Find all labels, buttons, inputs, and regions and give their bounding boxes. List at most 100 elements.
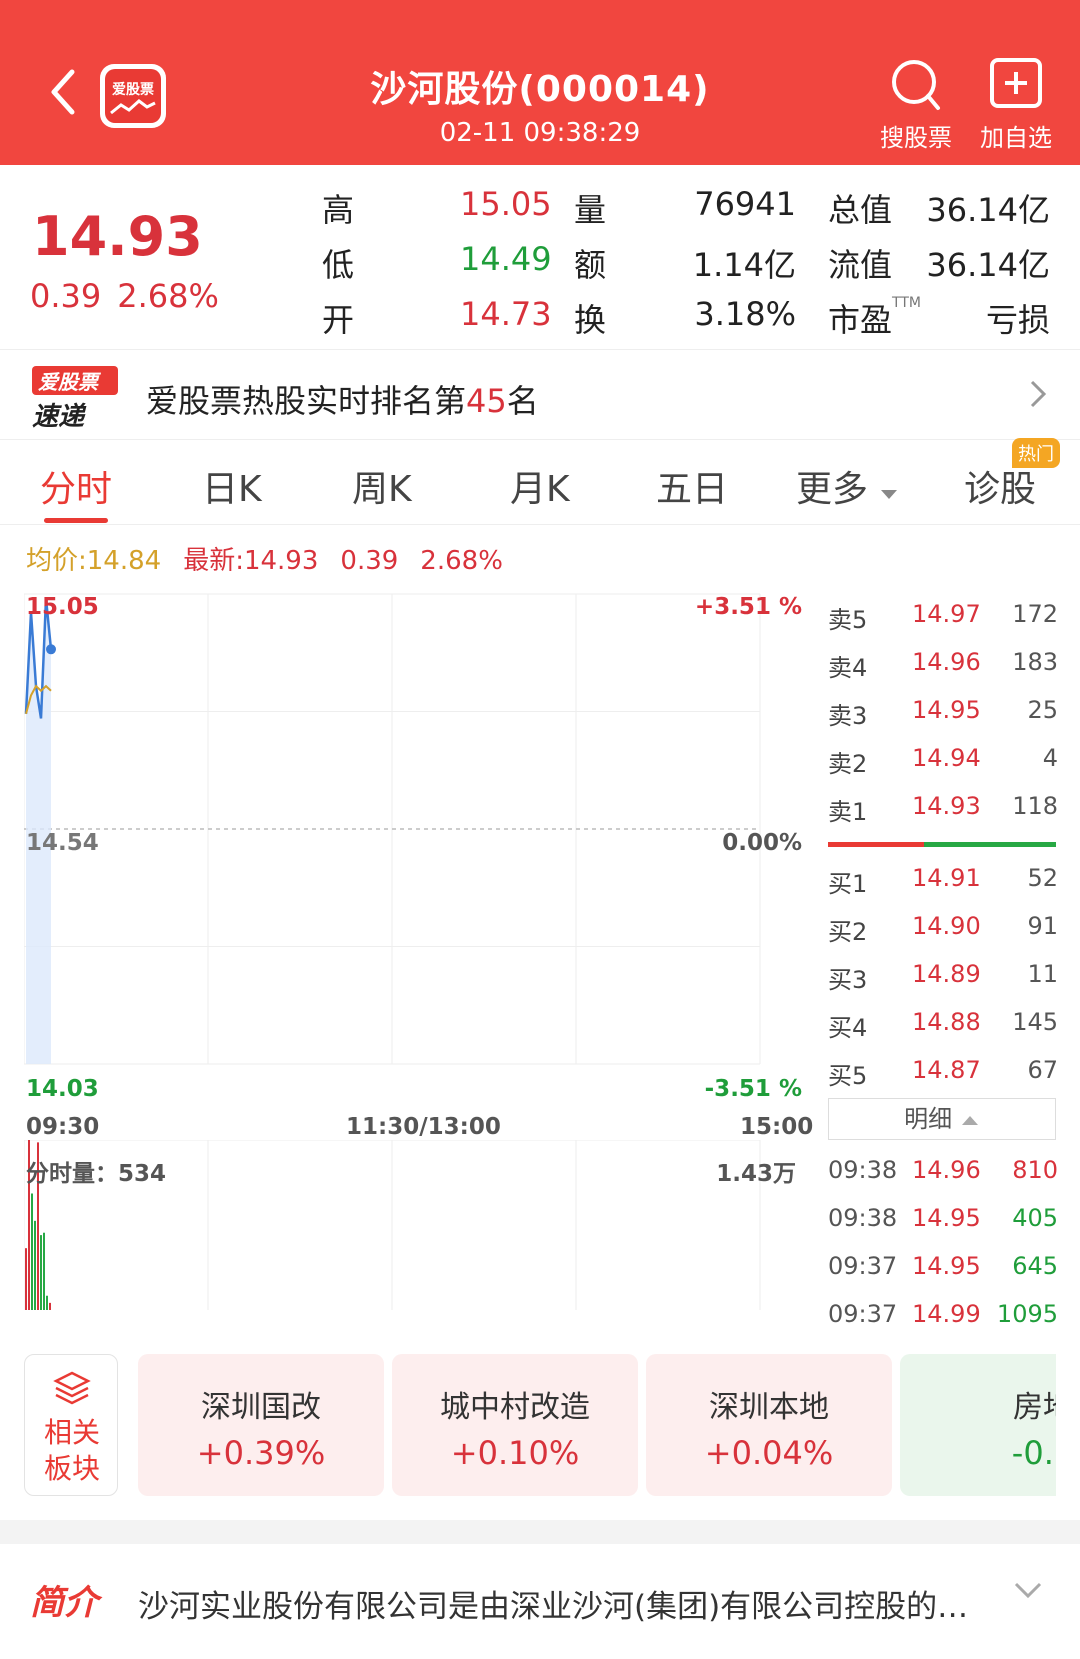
sector-name: 深圳国改	[201, 1390, 321, 1425]
ask-row: 卖2 14.94 4	[828, 744, 1058, 784]
related-sectors-label: 相关 板块	[25, 1415, 119, 1487]
tick-row: 09:37 14.99 1095	[828, 1300, 1058, 1340]
tick-volume: 1095	[996, 1300, 1058, 1328]
bid-level: 买2	[828, 918, 868, 946]
ttm-sup: TTM	[892, 295, 921, 311]
tick-price: 14.95	[912, 1252, 981, 1280]
sector-change: -0.3	[1011, 1434, 1056, 1472]
sector-name: 房地	[1013, 1390, 1056, 1425]
volume-bar	[46, 1295, 48, 1310]
ask-price: 14.96	[912, 648, 981, 676]
stat-label: 高	[322, 191, 355, 229]
sector-card[interactable]: 深圳本地 +0.04%	[646, 1354, 892, 1496]
hot-rank-banner[interactable]: 爱股票 速递 爱股票热股实时排名第45名	[0, 352, 1080, 440]
stat-volume: 76941	[694, 185, 796, 223]
latest-pct: 2.68%	[420, 546, 503, 576]
sector-name: 城中村改造	[440, 1390, 590, 1425]
stat-label: 换	[574, 301, 607, 339]
bid-row: 买1 14.91 52	[828, 864, 1058, 904]
tab-intraday[interactable]: 分时	[40, 460, 112, 512]
stat-label: 总值	[828, 191, 893, 229]
tab-daily-k[interactable]: 日K	[202, 460, 262, 512]
related-label-line2: 板块	[43, 1452, 100, 1485]
bid-row: 买4 14.88 145	[828, 1008, 1058, 1048]
pct-mid-label: 0.00%	[722, 830, 802, 856]
bid-ask-ratio-bar	[828, 842, 1056, 847]
ask-price: 14.97	[912, 600, 981, 628]
tick-time: 09:38	[828, 1204, 898, 1232]
search-stock-label: 搜股票	[880, 124, 952, 152]
tick-price: 14.99	[912, 1300, 981, 1328]
volume-bar	[31, 1193, 33, 1310]
sector-card[interactable]: 城中村改造 +0.10%	[392, 1354, 638, 1496]
stat-label: 开	[322, 301, 355, 339]
chevron-right-icon	[1026, 374, 1050, 423]
tab-more[interactable]: 更多	[796, 460, 899, 512]
stat-pe: 亏损	[985, 301, 1050, 339]
stat-amount: 1.14亿	[692, 246, 796, 284]
ask-level: 卖5	[828, 606, 868, 634]
tick-price: 14.95	[912, 1204, 981, 1232]
caret-down-icon	[881, 490, 898, 499]
rank-suffix: 名	[506, 382, 539, 420]
company-intro[interactable]: 简介 沙河实业股份有限公司是由深业沙河(集团)有限公司控股的…	[0, 1545, 1080, 1659]
tab-weekly-k[interactable]: 周K	[352, 460, 412, 512]
bid-volume: 67	[1027, 1056, 1058, 1084]
stat-label: 量	[574, 191, 607, 229]
ask-price: 14.95	[912, 696, 981, 724]
ask-row: 卖1 14.93 118	[828, 792, 1058, 832]
bid-row: 买5 14.87 67	[828, 1056, 1058, 1096]
avg-price-line: 均价:14.84 最新:14.93 0.39 2.68%	[26, 540, 525, 577]
price-change: 0.39 2.68%	[30, 277, 235, 315]
search-icon	[892, 60, 940, 110]
tab-five-day[interactable]: 五日	[656, 460, 728, 512]
pct-min-label: -3.51 %	[704, 1076, 802, 1102]
tab-monthly-k[interactable]: 月K	[510, 460, 570, 512]
intraday-price-chart[interactable]	[24, 586, 804, 1106]
express-logo-bottom: 速递	[32, 402, 85, 432]
volume-bar	[43, 1232, 45, 1310]
tick-volume: 645	[1012, 1252, 1058, 1280]
add-watchlist-label: 加自选	[980, 124, 1052, 152]
express-logo: 爱股票 速递	[32, 366, 118, 432]
ask-price: 14.94	[912, 744, 981, 772]
ask-level: 卖4	[828, 654, 868, 682]
bid-price: 14.89	[912, 960, 981, 988]
volume-bar	[40, 1235, 42, 1310]
hot-badge: 热门	[1012, 438, 1060, 468]
sector-card[interactable]: 深圳国改 +0.39%	[138, 1354, 384, 1496]
related-sectors-button[interactable]: 相关 板块	[24, 1354, 118, 1496]
tick-volume: 810	[1012, 1156, 1058, 1184]
section-divider	[0, 1520, 1080, 1544]
bid-volume: 52	[1027, 864, 1058, 892]
stat-high: 15.05	[460, 185, 552, 223]
tick-row: 09:38 14.96 810	[828, 1156, 1058, 1196]
ask-volume: 4	[1042, 744, 1058, 772]
stat-market-cap: 36.14亿	[926, 191, 1050, 229]
sector-change: +0.04%	[704, 1434, 834, 1472]
rank-prefix: 爱股票热股实时排名第	[146, 382, 467, 420]
header: 爱股票 沙河股份(000014) 02-11 09:38:29 搜股票 加自选	[0, 0, 1080, 165]
add-watchlist-button[interactable]: 加自选	[966, 58, 1066, 152]
ask-row: 卖5 14.97 172	[828, 600, 1058, 640]
volume-bar	[49, 1302, 51, 1310]
ask-level: 卖2	[828, 750, 868, 778]
pe-label: 市盈	[828, 301, 893, 339]
ask-volume: 118	[1012, 792, 1058, 820]
bid-row: 买2 14.90 91	[828, 912, 1058, 952]
ask-level: 卖1	[828, 798, 868, 826]
y-min-label: 14.03	[26, 1076, 99, 1102]
latest-change: 0.39	[340, 546, 399, 576]
search-stock-button[interactable]: 搜股票	[866, 58, 966, 152]
y-mid-label: 14.54	[26, 830, 99, 856]
bid-volume: 145	[1012, 1008, 1058, 1036]
bid-price: 14.88	[912, 1008, 981, 1036]
tick-row: 09:37 14.95 645	[828, 1252, 1058, 1292]
layers-icon	[53, 1371, 91, 1405]
bid-price: 14.87	[912, 1056, 981, 1084]
tick-time: 09:37	[828, 1300, 898, 1328]
chevron-down-icon[interactable]	[1010, 1575, 1046, 1615]
detail-button[interactable]: 明细	[828, 1098, 1056, 1140]
sector-card[interactable]: 房地 -0.3	[900, 1354, 1056, 1496]
sector-change: +0.39%	[196, 1434, 326, 1472]
